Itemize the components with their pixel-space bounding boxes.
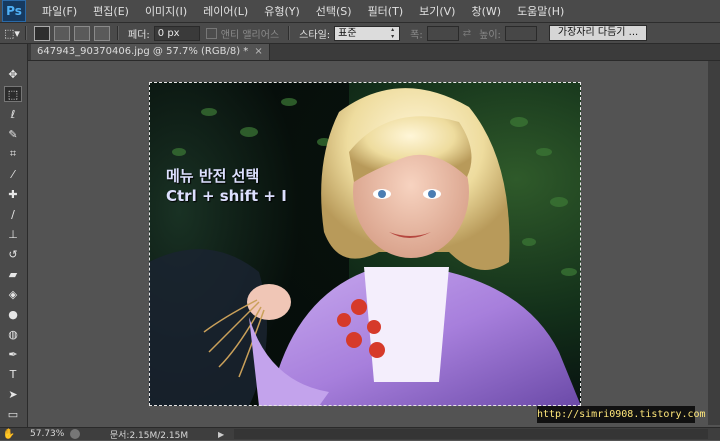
caption-line-2: Ctrl + shift + I: [166, 187, 287, 205]
options-bar: ⬚▾ 페더: 0 px 앤티 앨리어스 스타일: 표준 폭: ⇄ 높이: 가장자…: [0, 23, 720, 44]
status-info-icon[interactable]: [70, 429, 80, 439]
width-input[interactable]: [426, 25, 459, 41]
vertical-scrollbar[interactable]: [708, 61, 720, 425]
photoshop-logo: Ps: [2, 0, 26, 22]
menu-edit[interactable]: 편집(E): [85, 3, 137, 19]
width-label: 폭:: [410, 29, 423, 41]
crop-tool-icon[interactable]: ⌗: [4, 146, 22, 162]
blur-tool-icon[interactable]: ●: [4, 306, 22, 322]
new-selection-button[interactable]: [34, 25, 50, 41]
blog-watermark: http://simri0908.tistory.com: [537, 406, 706, 423]
feather-label: 페더:: [128, 29, 150, 41]
document-tab-title: 647943_90370406.jpg @ 57.7% (RGB/8) *: [37, 46, 249, 57]
feather-input[interactable]: 0 px: [153, 25, 200, 41]
move-tool-icon[interactable]: ✥: [4, 66, 22, 82]
menu-image[interactable]: 이미지(I): [137, 3, 195, 19]
hand-tool-icon[interactable]: ✋: [0, 429, 18, 440]
subtract-from-selection-button[interactable]: [74, 25, 90, 41]
eraser-tool-icon[interactable]: ▰: [4, 266, 22, 282]
history-brush-tool-icon[interactable]: ↺: [4, 246, 22, 262]
options-divider: [288, 26, 291, 40]
menu-select[interactable]: 선택(S): [308, 3, 360, 19]
marquee-preset-icon[interactable]: ⬚▾: [4, 26, 20, 40]
height-input[interactable]: [504, 25, 537, 41]
quick-selection-tool-icon[interactable]: ✎: [4, 126, 22, 142]
menu-type[interactable]: 유형(Y): [256, 3, 308, 19]
rectangular-marquee-tool-icon[interactable]: ⬚: [4, 86, 22, 102]
pen-tool-icon[interactable]: ✒: [4, 346, 22, 362]
photo-girl-illustration: [149, 82, 581, 406]
document-tab-bar: 647943_90370406.jpg @ 57.7% (RGB/8) * ×: [28, 44, 720, 61]
close-tab-icon[interactable]: ×: [254, 46, 262, 57]
menu-layer[interactable]: 레이어(L): [195, 3, 256, 19]
style-select[interactable]: 표준: [334, 25, 401, 41]
path-selection-tool-icon[interactable]: ➤: [4, 386, 22, 402]
style-label: 스타일:: [299, 29, 331, 41]
dodge-tool-icon[interactable]: ◍: [4, 326, 22, 342]
tools-panel: ✥ ⬚ ℓ ✎ ⌗ ⁄ ✚ ∕ ⊥ ↺ ▰ ◈ ● ◍ ✒ T ➤ ▭: [0, 44, 28, 427]
caption-line-1: 메뉴 반전 선택: [166, 167, 260, 185]
status-bar: ✋ 57.73% 문서:2.15M/2.15M ▶: [0, 427, 720, 441]
zoom-level[interactable]: 57.73%: [18, 429, 70, 439]
eyedropper-tool-icon[interactable]: ⁄: [4, 166, 22, 182]
paint-bucket-tool-icon[interactable]: ◈: [4, 286, 22, 302]
add-to-selection-button[interactable]: [54, 25, 70, 41]
refine-edge-button[interactable]: 가장자리 다듬기 ...: [548, 25, 648, 41]
type-tool-icon[interactable]: T: [4, 366, 22, 382]
clone-stamp-tool-icon[interactable]: ⊥: [4, 226, 22, 242]
rectangle-tool-icon[interactable]: ▭: [4, 406, 22, 422]
spot-healing-tool-icon[interactable]: ✚: [4, 186, 22, 202]
brush-tool-icon[interactable]: ∕: [4, 206, 22, 222]
menu-filter[interactable]: 필터(T): [360, 3, 412, 19]
intersect-selection-button[interactable]: [94, 25, 110, 41]
document-tab[interactable]: 647943_90370406.jpg @ 57.7% (RGB/8) * ×: [31, 44, 270, 60]
lasso-tool-icon[interactable]: ℓ: [4, 106, 22, 122]
document-image[interactable]: [149, 82, 581, 406]
status-menu-arrow-icon[interactable]: ▶: [218, 430, 224, 439]
menu-view[interactable]: 보기(V): [411, 3, 463, 19]
options-divider: [25, 26, 27, 40]
options-divider: [117, 26, 119, 40]
horizontal-scrollbar[interactable]: [234, 429, 708, 439]
height-label: 높이:: [479, 29, 501, 41]
swap-dimensions-icon[interactable]: ⇄: [463, 28, 471, 39]
overlay-caption: 메뉴 반전 선택 Ctrl + shift + I: [166, 166, 287, 206]
menu-help[interactable]: 도움말(H): [509, 3, 572, 19]
menu-window[interactable]: 창(W): [463, 3, 509, 19]
menu-bar: Ps 파일(F) 편집(E) 이미지(I) 레이어(L) 유형(Y) 선택(S)…: [0, 0, 720, 23]
antialias-checkbox[interactable]: [205, 27, 217, 39]
antialias-label: 앤티 앨리어스: [220, 29, 280, 41]
menu-file[interactable]: 파일(F): [34, 3, 85, 19]
